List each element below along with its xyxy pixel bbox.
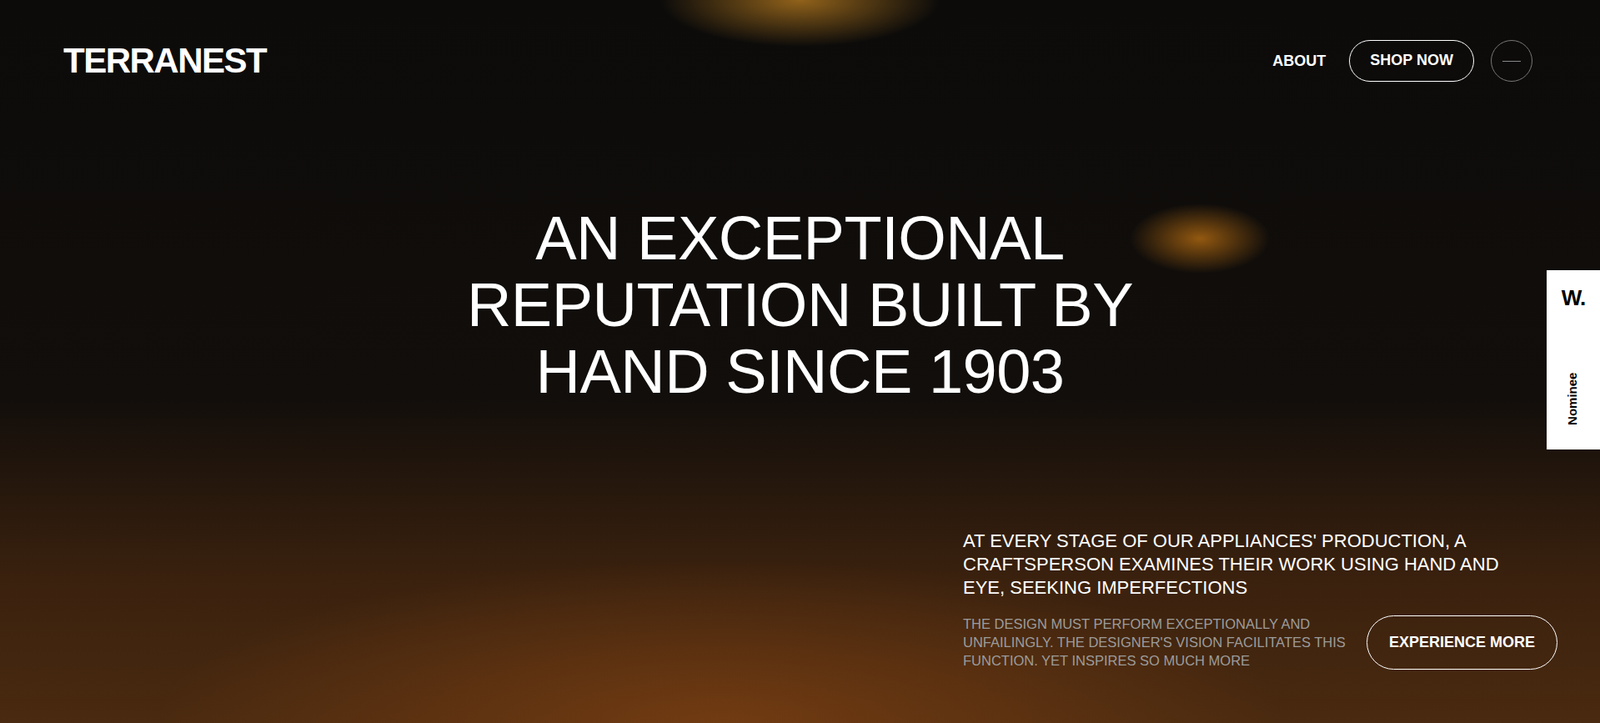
award-badge[interactable]: W. Nominee xyxy=(1546,270,1600,450)
heading-line: REPUTATION BUILT BY xyxy=(0,271,1600,339)
experience-more-button[interactable]: EXPERIENCE MORE xyxy=(1366,615,1558,670)
hero-heading: AN EXCEPTIONALREPUTATION BUILT BYHAND SI… xyxy=(0,205,1600,406)
main-nav: ABOUT SHOP NOW xyxy=(1262,40,1533,82)
nav-link-about[interactable]: ABOUT xyxy=(1262,50,1336,73)
award-mark: W. xyxy=(1561,281,1585,315)
hero-background: TERRANEST ABOUT SHOP NOW AN EXCEPTIONALRE… xyxy=(0,0,1600,723)
intro-body: THE DESIGN MUST PERFORM EXCEPTIONALLY AN… xyxy=(963,614,1347,670)
award-label: Nominee xyxy=(1564,371,1584,425)
award-label-wrap: Nominee xyxy=(1546,314,1600,450)
menu-button[interactable] xyxy=(1490,40,1533,82)
heading-line: AN EXCEPTIONAL xyxy=(0,205,1600,272)
brand-logo[interactable]: TERRANEST xyxy=(63,43,266,79)
hero-main: AN EXCEPTIONALREPUTATION BUILT BYHAND SI… xyxy=(0,81,1600,406)
menu-icon xyxy=(1502,60,1521,62)
intro-lead: AT EVERY STAGE OF OUR APPLIANCES' PRODUC… xyxy=(963,529,1539,600)
shop-now-button[interactable]: SHOP NOW xyxy=(1349,40,1475,82)
heading-line: HAND SINCE 1903 xyxy=(0,338,1600,406)
site-header: TERRANEST ABOUT SHOP NOW xyxy=(0,0,1600,82)
hero-intro: AT EVERY STAGE OF OUR APPLIANCES' PRODUC… xyxy=(963,529,1558,670)
intro-row: THE DESIGN MUST PERFORM EXCEPTIONALLY AN… xyxy=(963,614,1558,670)
